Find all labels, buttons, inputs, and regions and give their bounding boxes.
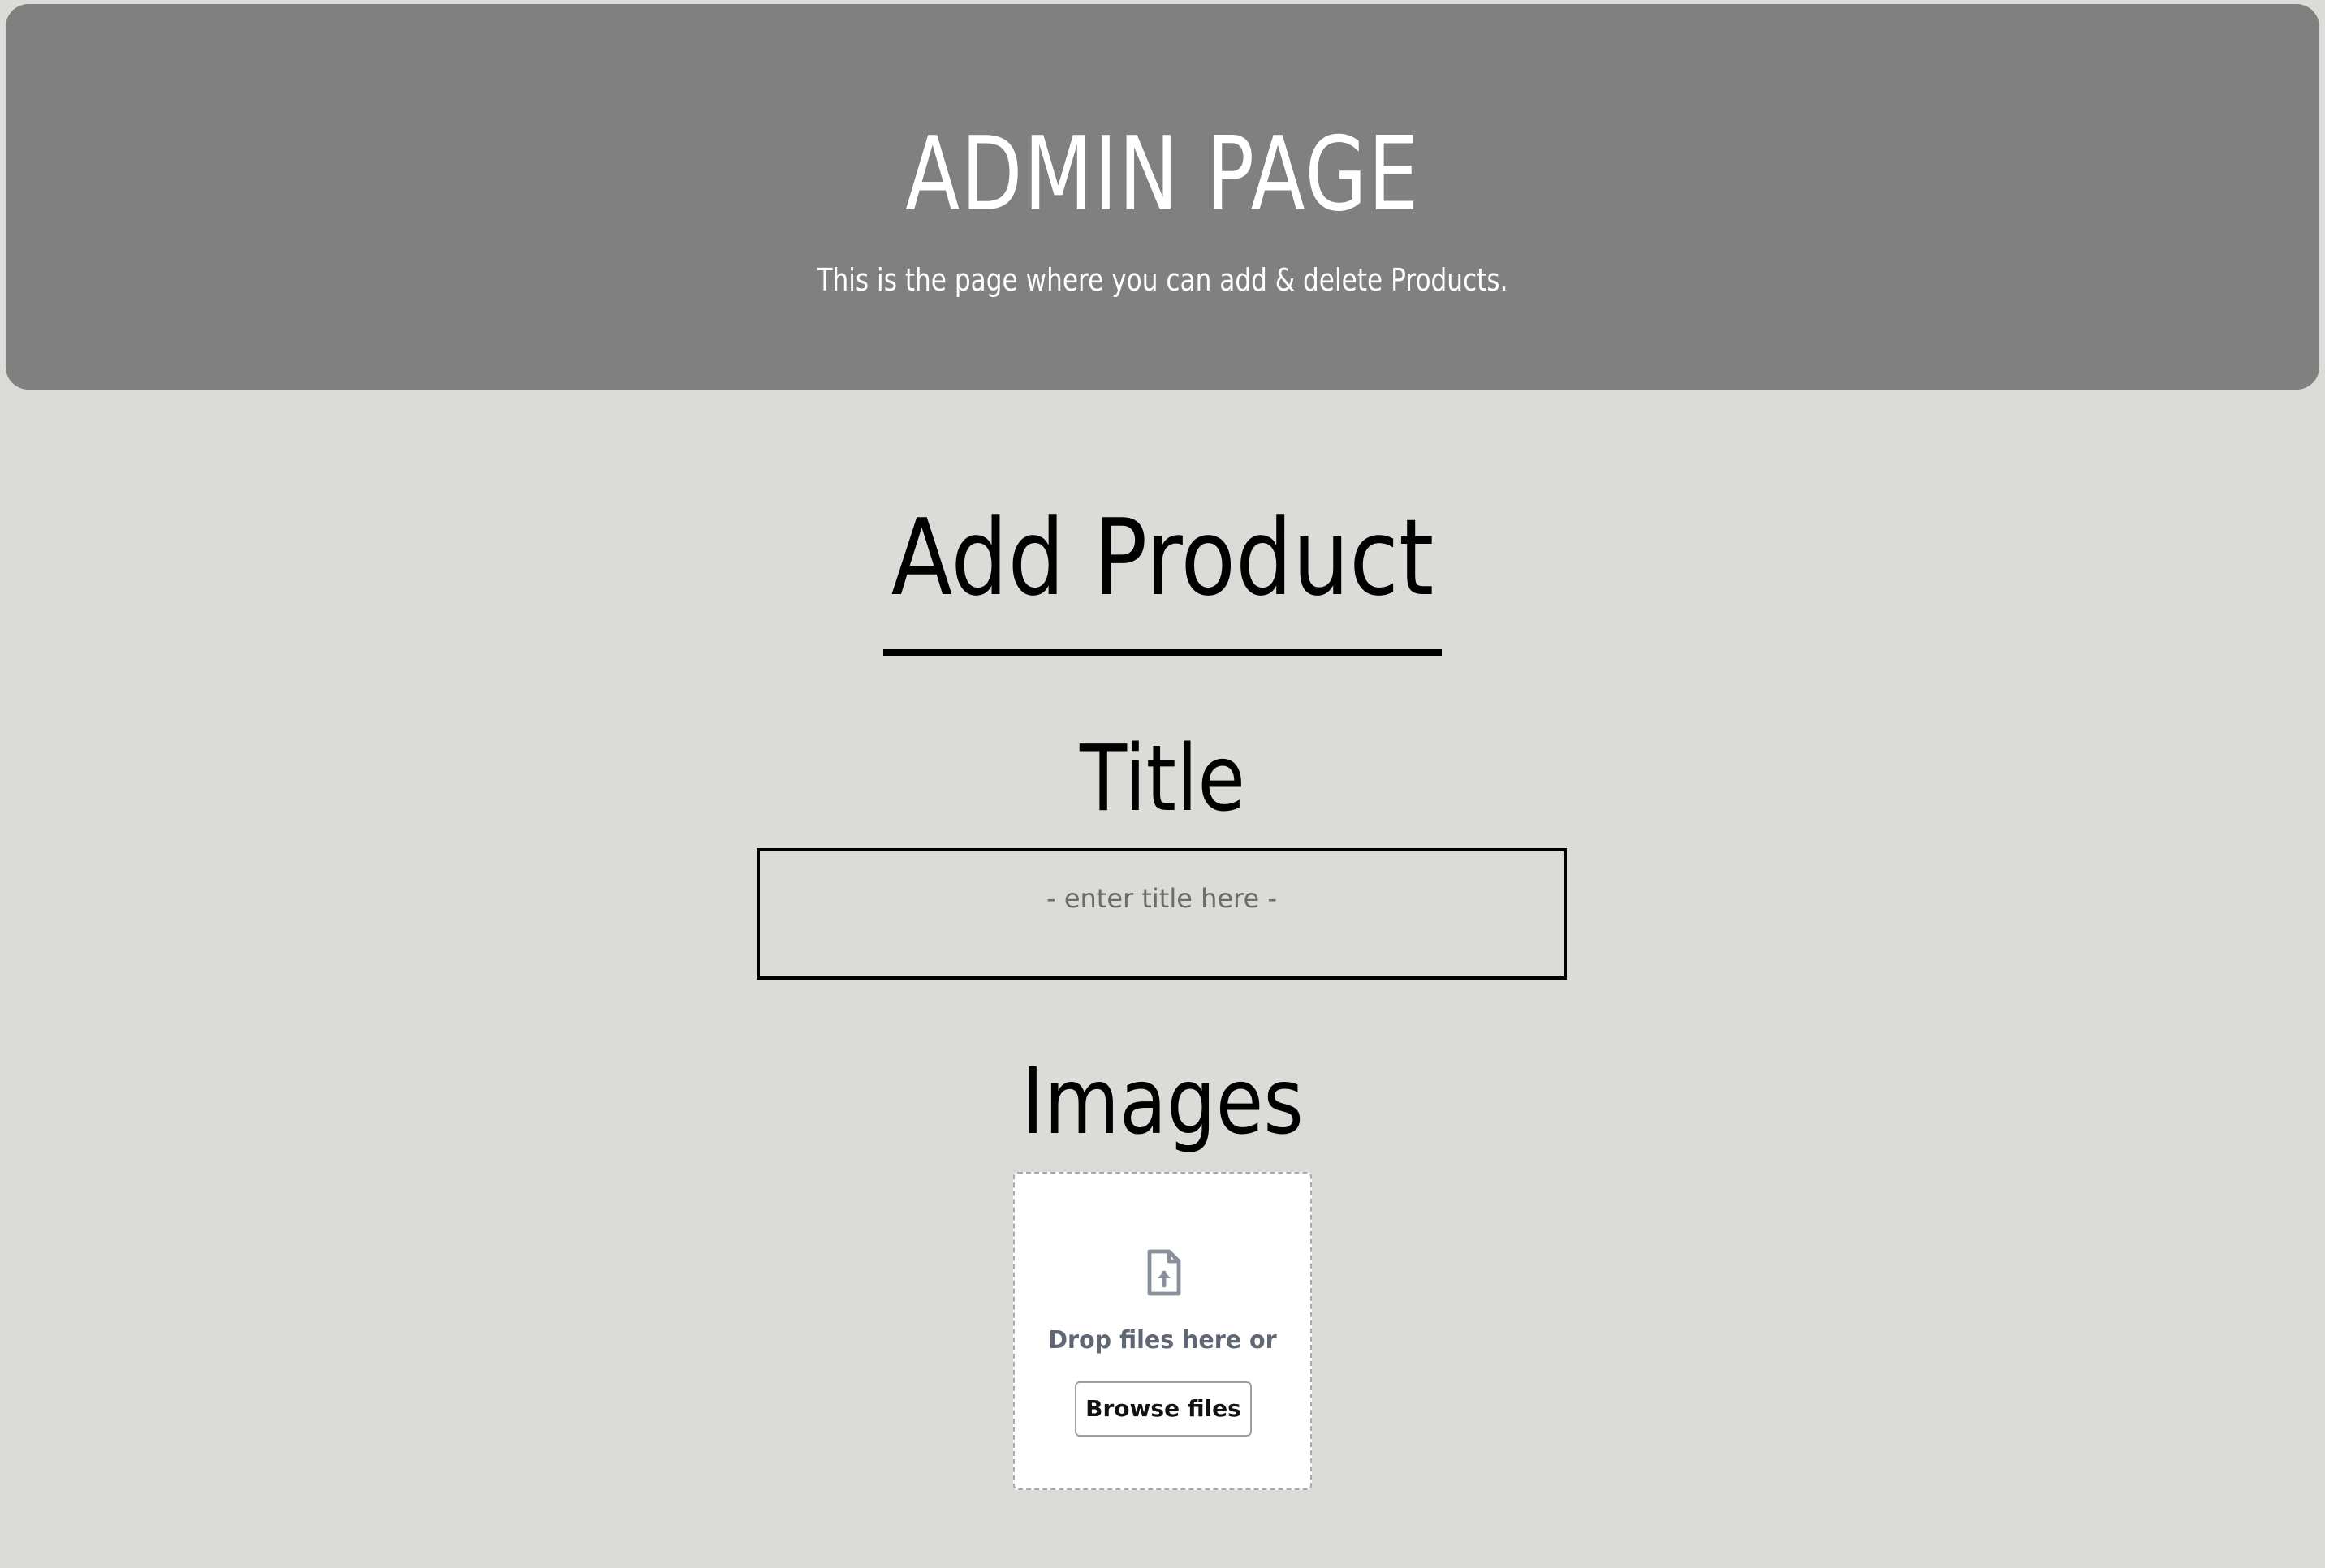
file-upload-icon (1147, 1249, 1181, 1296)
title-input[interactable]: - enter title here - (757, 848, 1567, 980)
file-dropzone[interactable]: Drop files here or Browse files (1013, 1172, 1312, 1490)
browse-files-button[interactable]: Browse files (1075, 1381, 1252, 1437)
drop-files-text: Drop files here or (1048, 1326, 1277, 1355)
heading-underline (883, 649, 1442, 656)
title-label: Title (1079, 726, 1246, 832)
page-subtitle: This is the page where you can add & del… (817, 262, 1508, 298)
add-product-heading: Add Product (891, 496, 1434, 619)
page-title: ADMIN PAGE (905, 114, 1420, 234)
images-label: Images (1021, 1049, 1304, 1155)
page-header: ADMIN PAGE This is the page where you ca… (6, 4, 2319, 390)
